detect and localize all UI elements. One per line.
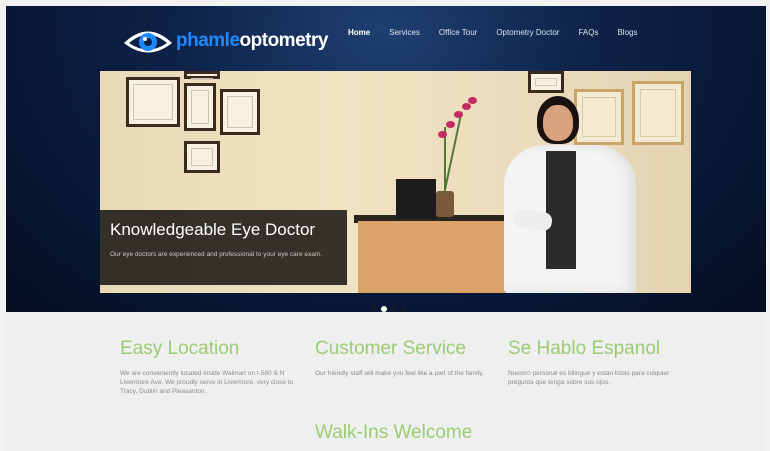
wall-certificate bbox=[184, 141, 220, 173]
feature-title: Customer Service bbox=[315, 338, 466, 359]
logo-text-part1: phamle bbox=[176, 30, 240, 51]
slider-dot-4[interactable] bbox=[401, 306, 407, 312]
wall-certificate bbox=[574, 89, 624, 145]
eye-logo-icon bbox=[124, 31, 172, 53]
nav-item-optometry-doctor[interactable]: Optometry Doctor bbox=[496, 28, 559, 37]
feature-text: Our friendly staff will make you feel li… bbox=[315, 370, 484, 377]
feature-easy-location: Easy Location We are conveniently locate… bbox=[120, 338, 300, 396]
slider-dot-2[interactable] bbox=[381, 306, 387, 312]
orchid-flower bbox=[446, 121, 455, 128]
wall-certificate bbox=[528, 71, 564, 93]
header: phamleoptometry Home Services Office Tou… bbox=[6, 6, 766, 312]
slider-dot-1[interactable] bbox=[371, 306, 377, 312]
walk-ins-heading: Walk-Ins Welcome bbox=[315, 422, 473, 443]
page: phamleoptometry Home Services Office Tou… bbox=[6, 6, 766, 451]
nav-item-blogs[interactable]: Blogs bbox=[617, 28, 637, 37]
logo[interactable]: phamleoptometry bbox=[122, 24, 328, 58]
slide-caption: Knowledgeable Eye Doctor Our eye doctors… bbox=[100, 210, 347, 285]
orchid-flower bbox=[438, 131, 447, 138]
feature-customer-service: Customer Service Our friendly staff will… bbox=[315, 338, 495, 378]
wall-certificate bbox=[220, 89, 260, 135]
logo-text-part2: optometry bbox=[239, 30, 329, 51]
wall-certificate bbox=[184, 71, 220, 80]
slider-pagination bbox=[371, 306, 411, 312]
flower-vase bbox=[436, 191, 454, 217]
wall-photo bbox=[184, 83, 216, 131]
wall-certificate bbox=[632, 81, 684, 145]
nav-item-home[interactable]: Home bbox=[348, 28, 370, 37]
slide-caption-title: Knowledgeable Eye Doctor bbox=[110, 220, 316, 239]
slide-caption-text: Our eye doctors are experienced and prof… bbox=[110, 251, 323, 258]
feature-text: We are conveniently located inside Walma… bbox=[120, 370, 294, 395]
feature-title: Se Hablo Espanol bbox=[508, 338, 661, 359]
monitor bbox=[396, 179, 436, 219]
feature-se-hablo-espanol: Se Hablo Espanol Nuestro personal es bil… bbox=[508, 338, 683, 387]
feature-text: Nuestro personal es bilingue y estan lis… bbox=[508, 370, 670, 386]
nav-item-services[interactable]: Services bbox=[389, 28, 420, 37]
logo-text: phamleoptometry bbox=[176, 30, 328, 52]
nav-item-faqs[interactable]: FAQs bbox=[578, 28, 598, 37]
feature-title: Easy Location bbox=[120, 338, 240, 359]
doctor-figure-top bbox=[546, 151, 576, 269]
main-nav: Home Services Office Tour Optometry Doct… bbox=[348, 28, 656, 37]
doctor-figure-face bbox=[543, 105, 573, 141]
orchid-flower bbox=[462, 103, 471, 110]
hero-slider[interactable]: Knowledgeable Eye Doctor Our eye doctors… bbox=[100, 71, 691, 293]
orchid-flower bbox=[454, 111, 463, 118]
nav-item-office-tour[interactable]: Office Tour bbox=[439, 28, 477, 37]
slider-dot-3[interactable] bbox=[391, 306, 397, 312]
wall-certificate bbox=[126, 77, 180, 127]
orchid-flower bbox=[468, 97, 477, 104]
